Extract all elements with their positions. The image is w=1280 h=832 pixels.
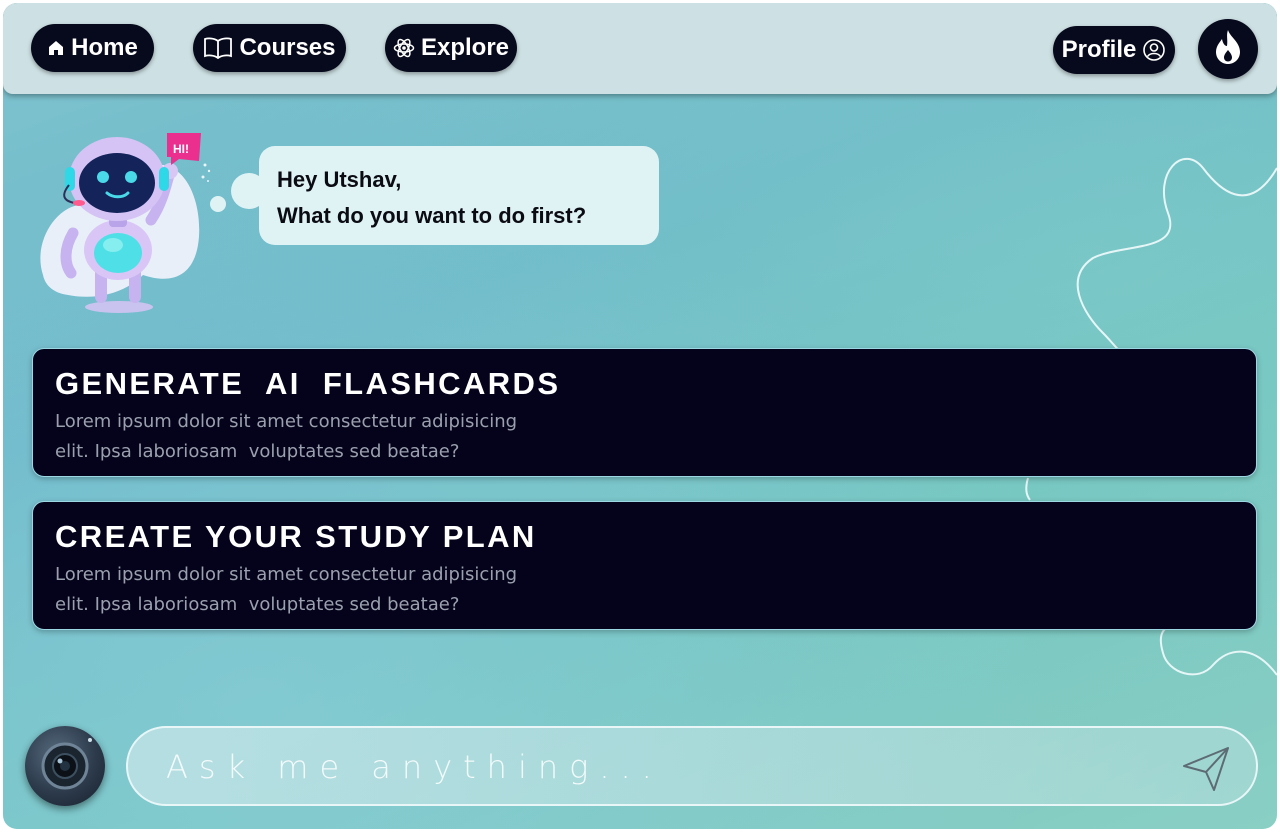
app-frame: Home Courses Explore Profile HI! Hey Uts… xyxy=(3,3,1277,829)
nav-courses-label: Courses xyxy=(239,34,336,61)
send-button[interactable] xyxy=(1180,742,1234,796)
home-icon xyxy=(47,39,65,57)
thought-dot-small xyxy=(210,196,226,212)
nav-courses-button[interactable]: Courses xyxy=(193,24,346,72)
greeting-line-1: Hey Utshav, xyxy=(277,167,402,192)
card-title: CREATE YOUR STUDY PLAN xyxy=(55,519,537,554)
user-circle-icon xyxy=(1142,38,1166,62)
card-description: Lorem ipsum dolor sit amet consectetur a… xyxy=(55,564,518,615)
chat-input-container xyxy=(126,726,1258,806)
create-study-plan-card[interactable]: CREATE YOUR STUDY PLAN Lorem ipsum dolor… xyxy=(32,501,1257,630)
top-navbar: Home Courses Explore Profile xyxy=(3,3,1277,94)
badge-text: HI! xyxy=(173,142,189,156)
streak-button[interactable] xyxy=(1198,19,1258,79)
nav-home-label: Home xyxy=(71,34,138,61)
card-title: GENERATE AI FLASHCARDS xyxy=(55,366,561,401)
card-description: Lorem ipsum dolor sit amet consectetur a… xyxy=(55,411,518,462)
nav-explore-label: Explore xyxy=(420,34,510,61)
nav-profile-label: Profile xyxy=(1061,36,1137,63)
chat-input[interactable] xyxy=(164,744,1128,790)
send-icon xyxy=(1183,747,1229,791)
generate-flashcards-card[interactable]: GENERATE AI FLASHCARDS Lorem ipsum dolor… xyxy=(32,348,1257,477)
book-icon xyxy=(203,37,233,59)
greeting-line-2: What do you want to do first? xyxy=(277,203,587,228)
assistant-greeting-bubble: Hey Utshav, What do you want to do first… xyxy=(259,146,659,245)
atom-icon xyxy=(393,37,415,59)
camera-button[interactable] xyxy=(25,726,105,806)
camera-icon xyxy=(41,738,92,790)
robot-mascot: HI! xyxy=(40,133,211,313)
nav-home-button[interactable]: Home xyxy=(31,24,154,72)
nav-explore-button[interactable]: Explore xyxy=(385,24,517,72)
nav-profile-button[interactable]: Profile xyxy=(1053,26,1175,74)
flame-icon xyxy=(1213,29,1243,69)
